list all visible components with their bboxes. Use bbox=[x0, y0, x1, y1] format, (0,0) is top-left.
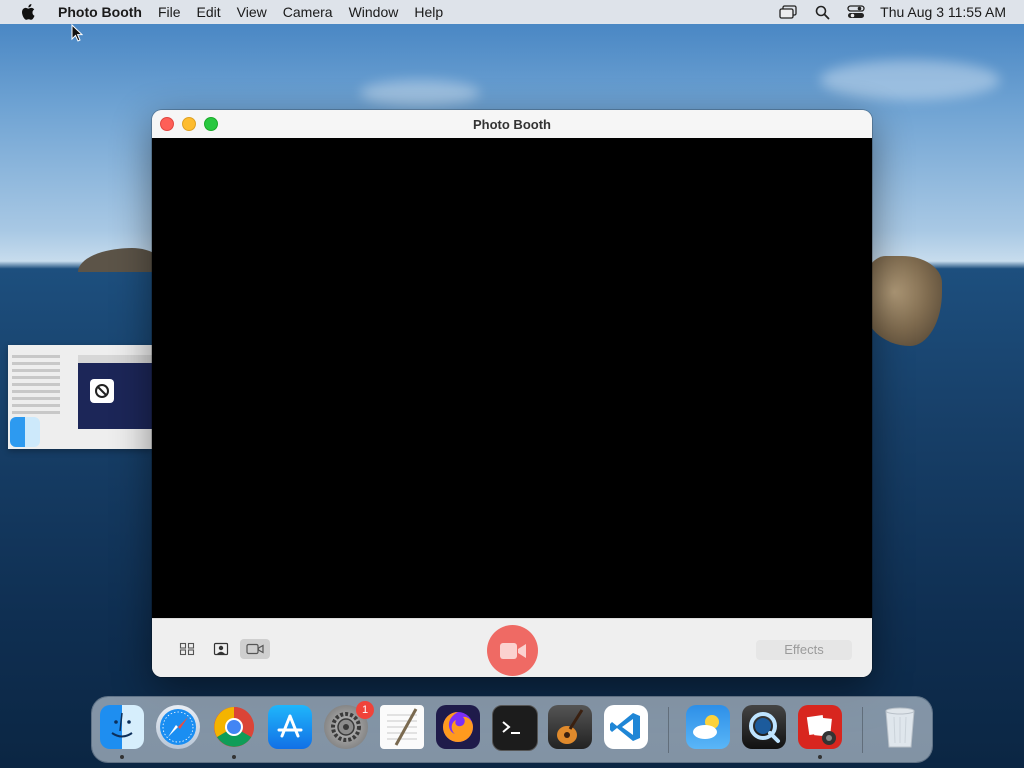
dock-photo-booth-icon[interactable] bbox=[798, 705, 842, 749]
dock-textedit-icon[interactable] bbox=[380, 705, 424, 749]
finder-mini-icon bbox=[10, 417, 40, 447]
record-video-button[interactable] bbox=[487, 625, 538, 676]
control-center-icon[interactable] bbox=[846, 3, 866, 21]
menu-edit[interactable]: Edit bbox=[189, 0, 229, 24]
dock-separator bbox=[862, 707, 863, 753]
dock-trash-icon[interactable] bbox=[878, 705, 922, 749]
cloud bbox=[360, 80, 480, 106]
video-camera-icon bbox=[246, 643, 264, 655]
spotlight-search-icon[interactable] bbox=[812, 3, 832, 21]
apple-menu-icon[interactable] bbox=[18, 0, 38, 24]
thumbnail-sidebar bbox=[12, 351, 72, 418]
photo-booth-window: Photo Booth Effects bbox=[152, 110, 872, 677]
thumbnail-dark-panel bbox=[78, 355, 152, 429]
window-title: Photo Booth bbox=[473, 116, 551, 132]
menu-window[interactable]: Window bbox=[341, 0, 407, 24]
menu-view[interactable]: View bbox=[229, 0, 275, 24]
cloud bbox=[820, 60, 1000, 100]
menu-app-name[interactable]: Photo Booth bbox=[50, 0, 150, 24]
dock-vscode-icon[interactable] bbox=[604, 705, 648, 749]
dock-garageband-icon[interactable] bbox=[548, 705, 592, 749]
capture-mode-switch bbox=[172, 639, 270, 659]
dock-finder-icon[interactable] bbox=[100, 705, 144, 749]
dock-running-indicator bbox=[232, 755, 236, 759]
menu-help[interactable]: Help bbox=[406, 0, 451, 24]
video-camera-icon bbox=[499, 642, 526, 659]
portrait-icon bbox=[213, 642, 229, 656]
dock-running-indicator bbox=[120, 755, 124, 759]
dock-running-indicator bbox=[818, 755, 822, 759]
video-mode-button[interactable] bbox=[240, 639, 270, 659]
title-bar[interactable]: Photo Booth bbox=[152, 110, 872, 138]
grid-icon bbox=[179, 642, 195, 656]
four-up-mode-button[interactable] bbox=[172, 639, 202, 659]
notification-badge: 1 bbox=[356, 701, 374, 719]
dock-separator bbox=[668, 707, 669, 753]
menu-bar-clock[interactable]: Thu Aug 3 11:55 AM bbox=[880, 4, 1006, 20]
bottom-toolbar: Effects bbox=[152, 618, 872, 677]
single-photo-mode-button[interactable] bbox=[206, 639, 236, 659]
dock-chrome-icon[interactable] bbox=[212, 705, 256, 749]
effects-button[interactable]: Effects bbox=[756, 640, 852, 660]
mouse-cursor-icon bbox=[71, 23, 84, 47]
dock-weather-icon[interactable] bbox=[686, 705, 730, 749]
dock: 1 bbox=[92, 697, 932, 762]
dock-firefox-icon[interactable] bbox=[436, 705, 480, 749]
window-thumbnail[interactable] bbox=[8, 345, 152, 449]
menu-file[interactable]: File bbox=[150, 0, 189, 24]
dock-app-store-icon[interactable] bbox=[268, 705, 312, 749]
menu-camera[interactable]: Camera bbox=[275, 0, 341, 24]
screen-mirroring-icon[interactable] bbox=[778, 3, 798, 21]
dock-system-preferences-icon[interactable]: 1 bbox=[324, 701, 374, 749]
camera-preview bbox=[152, 138, 872, 618]
desktop-island-right bbox=[862, 256, 942, 346]
menu-bar: Photo Booth File Edit View Camera Window… bbox=[0, 0, 1024, 24]
dock-quicktime-icon[interactable] bbox=[742, 705, 786, 749]
close-window-button[interactable] bbox=[160, 117, 174, 131]
dock-safari-icon[interactable] bbox=[156, 705, 200, 749]
zoom-window-button[interactable] bbox=[204, 117, 218, 131]
minimize-window-button[interactable] bbox=[182, 117, 196, 131]
dock-terminal-icon[interactable] bbox=[492, 705, 538, 751]
prohibited-icon bbox=[90, 379, 114, 403]
